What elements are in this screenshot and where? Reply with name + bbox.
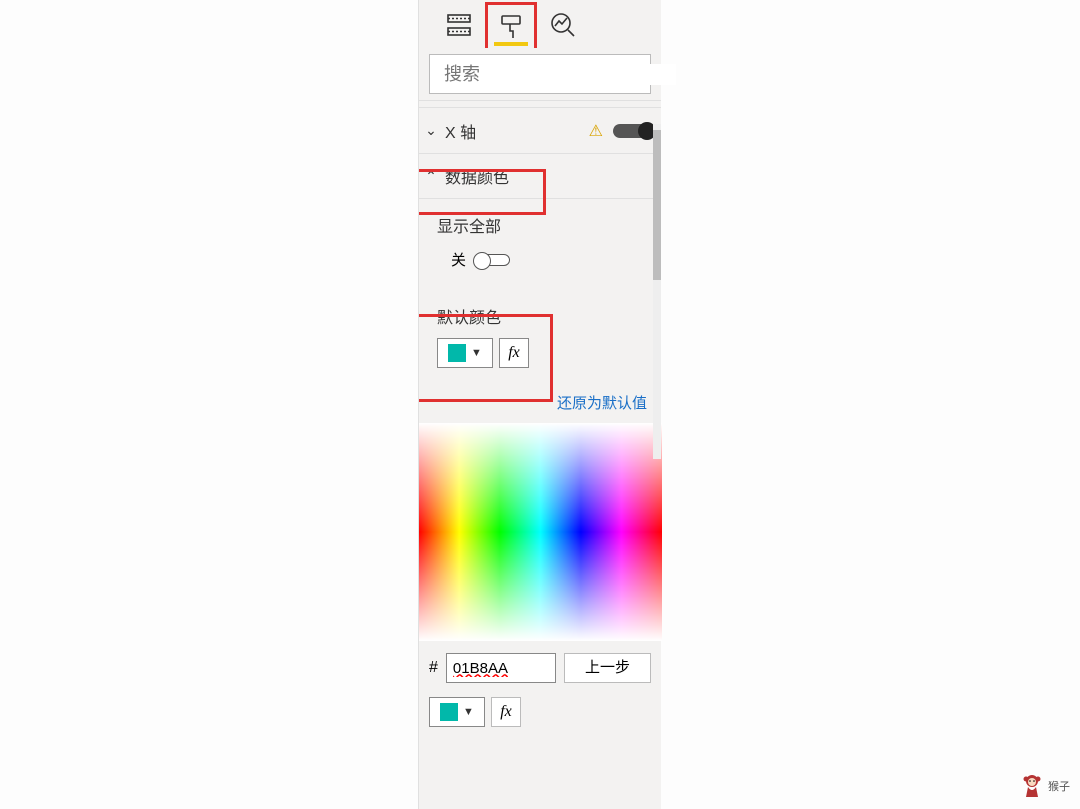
default-color-label: 默认颜色 (419, 280, 661, 334)
caret-down-icon: ▼ (471, 347, 482, 359)
warning-icon: ⚠ (589, 121, 603, 141)
chevron-down-icon: ⌄ (423, 122, 439, 139)
bottom-color-picker[interactable]: ▼ (429, 697, 485, 727)
color-swatch (448, 344, 466, 362)
off-text: 关 (451, 249, 466, 270)
default-color-picker[interactable]: ▼ (437, 338, 493, 368)
default-color-fx-button[interactable]: fx (499, 338, 529, 368)
search-input[interactable] (444, 64, 676, 85)
bottom-fx-button[interactable]: fx (491, 697, 521, 727)
monkey-icon (1020, 773, 1044, 799)
data-colors-label: 数据颜色 (445, 164, 509, 188)
color-spectrum[interactable] (419, 423, 662, 641)
scrollbar-thumb[interactable] (653, 130, 661, 280)
reset-to-default-link[interactable]: 还原为默认值 (419, 372, 661, 423)
show-all-toggle[interactable] (476, 254, 510, 266)
analytics-tab[interactable] (537, 2, 589, 48)
x-axis-label: X 轴 (445, 119, 476, 143)
format-tabs (419, 0, 661, 50)
caret-down-icon: ▼ (463, 706, 474, 718)
watermark-text: 猴子 (1048, 778, 1070, 794)
section-data-colors[interactable]: ⌃ 数据颜色 (419, 153, 661, 199)
chevron-up-icon: ⌃ (423, 168, 439, 185)
hex-input[interactable] (446, 653, 556, 683)
format-tab[interactable] (485, 2, 537, 48)
section-x-axis[interactable]: ⌄ X 轴 ⚠ (419, 107, 661, 153)
prev-step-button[interactable]: 上一步 (564, 653, 651, 683)
x-axis-toggle[interactable] (613, 124, 653, 138)
show-all-label: 显示全部 (419, 199, 661, 243)
search-box[interactable] (429, 54, 651, 94)
fields-tab[interactable] (433, 2, 485, 48)
color-swatch (440, 703, 458, 721)
watermark: 猴子 (1020, 773, 1070, 799)
scrollbar[interactable] (653, 124, 661, 459)
hash-label: # (429, 659, 438, 677)
